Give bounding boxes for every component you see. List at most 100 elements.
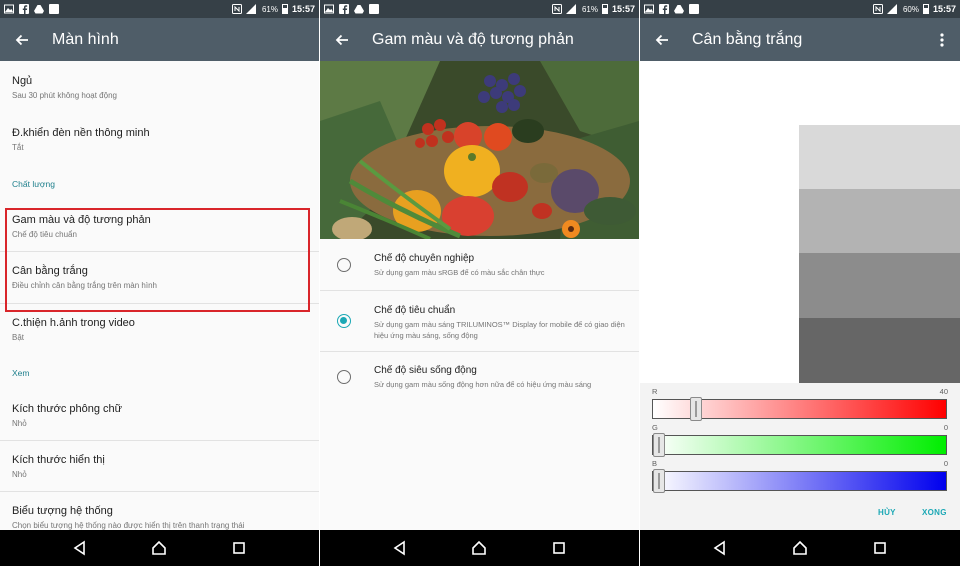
gray-swatch-1 xyxy=(799,125,960,189)
blue-value: 0 xyxy=(943,459,948,468)
blue-slider[interactable] xyxy=(652,469,947,493)
setting-subtitle: Chọn biểu tượng hệ thống nào được hiển t… xyxy=(12,521,245,530)
blue-slider-thumb[interactable] xyxy=(653,469,665,493)
setting-font-size[interactable]: Kích thước phông chữ Nhỏ xyxy=(0,403,319,428)
nav-home-button[interactable] xyxy=(790,538,810,558)
facebook-icon xyxy=(659,4,669,14)
page-title: Cân bằng trắng xyxy=(692,30,803,48)
image-notification-icon xyxy=(324,4,334,14)
status-bar: 61% 15:57 xyxy=(0,0,319,18)
green-label: G xyxy=(652,423,658,432)
nav-back-icon xyxy=(713,540,725,556)
option-standard-mode[interactable]: Chế độ tiêu chuẩn Sử dụng gam màu sáng T… xyxy=(320,291,639,351)
setting-sleep[interactable]: Ngủ Sau 30 phút không hoạt động xyxy=(0,75,319,100)
nav-back-button[interactable] xyxy=(390,538,410,558)
more-options-button[interactable] xyxy=(924,18,960,61)
image-notification-icon xyxy=(644,4,654,14)
red-value: 40 xyxy=(939,387,948,396)
setting-title: Kích thước hiển thị xyxy=(12,454,105,466)
back-arrow-icon xyxy=(15,34,28,45)
option-subtitle: Sử dụng gam màu sống động hơn nữa để có … xyxy=(374,380,592,389)
back-button[interactable] xyxy=(0,18,44,61)
nav-home-icon xyxy=(152,540,167,555)
back-arrow-icon xyxy=(335,34,348,45)
setting-subtitle: Bật xyxy=(12,333,25,342)
highlight-box xyxy=(5,208,310,312)
setting-subtitle: Nhỏ xyxy=(12,419,27,428)
option-subtitle: Sử dụng gam màu sRGB để có màu sắc chân … xyxy=(374,268,545,277)
setting-title: Đ.khiển đèn nền thông minh xyxy=(12,127,150,139)
battery-icon xyxy=(601,4,608,14)
nav-recents-icon xyxy=(553,542,565,554)
back-button[interactable] xyxy=(640,18,684,61)
blue-label: B xyxy=(652,459,658,468)
notification-square-icon xyxy=(49,4,59,14)
clock: 15:57 xyxy=(932,4,956,14)
nav-back-button[interactable] xyxy=(70,538,90,558)
app-bar: Màn hình xyxy=(0,18,319,61)
status-bar: 61% 15:57 xyxy=(320,0,639,18)
option-professional-mode[interactable]: Chế độ chuyên nghiệp Sử dụng gam màu sRG… xyxy=(320,239,639,291)
radio-button[interactable] xyxy=(337,370,351,384)
nav-back-icon xyxy=(393,540,405,556)
clock: 15:57 xyxy=(291,4,315,14)
cancel-button[interactable]: HỦY xyxy=(878,508,896,517)
setting-subtitle: Sau 30 phút không hoạt động xyxy=(12,91,117,100)
option-super-vivid-mode[interactable]: Chế độ siêu sống động Sử dụng gam màu số… xyxy=(320,352,639,400)
green-slider[interactable] xyxy=(652,433,947,457)
gray-swatch-3 xyxy=(799,253,960,318)
nav-bar xyxy=(640,530,960,566)
screen-color-gamut: 61% 15:57 Gam màu và độ tương phản Chế đ… xyxy=(320,0,639,566)
red-slider[interactable] xyxy=(652,397,947,421)
drive-icon xyxy=(674,4,684,14)
status-bar: 60% 15:57 xyxy=(640,0,960,18)
nfc-icon xyxy=(231,4,242,14)
red-slider-thumb[interactable] xyxy=(690,397,702,421)
nav-recents-button[interactable] xyxy=(229,538,249,558)
gray-swatch-4 xyxy=(799,318,960,383)
category-view: Xem xyxy=(12,368,30,378)
nav-bar xyxy=(320,530,639,566)
nav-home-button[interactable] xyxy=(469,538,489,558)
nav-recents-icon xyxy=(233,542,245,554)
facebook-icon xyxy=(19,4,29,14)
battery-icon xyxy=(281,4,288,14)
page-title: Màn hình xyxy=(52,30,119,48)
nav-home-button[interactable] xyxy=(149,538,169,558)
setting-title: Biểu tượng hệ thống xyxy=(12,505,113,517)
page-title: Gam màu và độ tương phản xyxy=(372,30,574,48)
setting-video-enhance[interactable]: C.thiện h.ảnh trong video Bật xyxy=(0,317,319,342)
nfc-icon xyxy=(551,4,562,14)
signal-icon xyxy=(886,4,899,14)
drive-icon xyxy=(34,4,44,14)
nav-recents-button[interactable] xyxy=(549,538,569,558)
notification-square-icon xyxy=(369,4,379,14)
divider xyxy=(0,491,319,492)
divider xyxy=(0,440,319,441)
nav-recents-button[interactable] xyxy=(870,538,890,558)
setting-subtitle: Tắt xyxy=(12,143,24,152)
setting-display-size[interactable]: Kích thước hiển thị Nhỏ xyxy=(0,454,319,479)
option-title: Chế độ tiêu chuẩn xyxy=(374,305,456,316)
more-vert-icon xyxy=(940,32,944,47)
setting-smart-backlight[interactable]: Đ.khiển đèn nền thông minh Tắt xyxy=(0,127,319,152)
nav-recents-icon xyxy=(874,542,886,554)
radio-button-selected[interactable] xyxy=(337,314,351,328)
screen-display-settings: 61% 15:57 Màn hình Ngủ Sau 30 phút không… xyxy=(0,0,319,566)
back-button[interactable] xyxy=(320,18,364,61)
nav-home-icon xyxy=(472,540,487,555)
option-title: Chế độ siêu sống động xyxy=(374,365,477,376)
setting-system-icons[interactable]: Biểu tượng hệ thống Chọn biểu tượng hệ t… xyxy=(0,505,319,530)
nav-back-button[interactable] xyxy=(710,538,730,558)
category-quality: Chất lượng xyxy=(12,179,55,189)
radio-button[interactable] xyxy=(337,258,351,272)
battery-percent: 60% xyxy=(902,4,919,14)
signal-icon xyxy=(565,4,578,14)
option-subtitle: Sử dụng gam màu sáng TRILUMINOS™ Display… xyxy=(374,320,625,340)
screen-white-balance: 60% 15:57 Cân bằng trắng R 40 G 0 B 0 HỦ… xyxy=(640,0,960,566)
image-notification-icon xyxy=(4,4,14,14)
green-slider-thumb[interactable] xyxy=(653,433,665,457)
facebook-icon xyxy=(339,4,349,14)
done-button[interactable]: XONG xyxy=(922,508,947,517)
white-balance-preview xyxy=(640,61,960,383)
